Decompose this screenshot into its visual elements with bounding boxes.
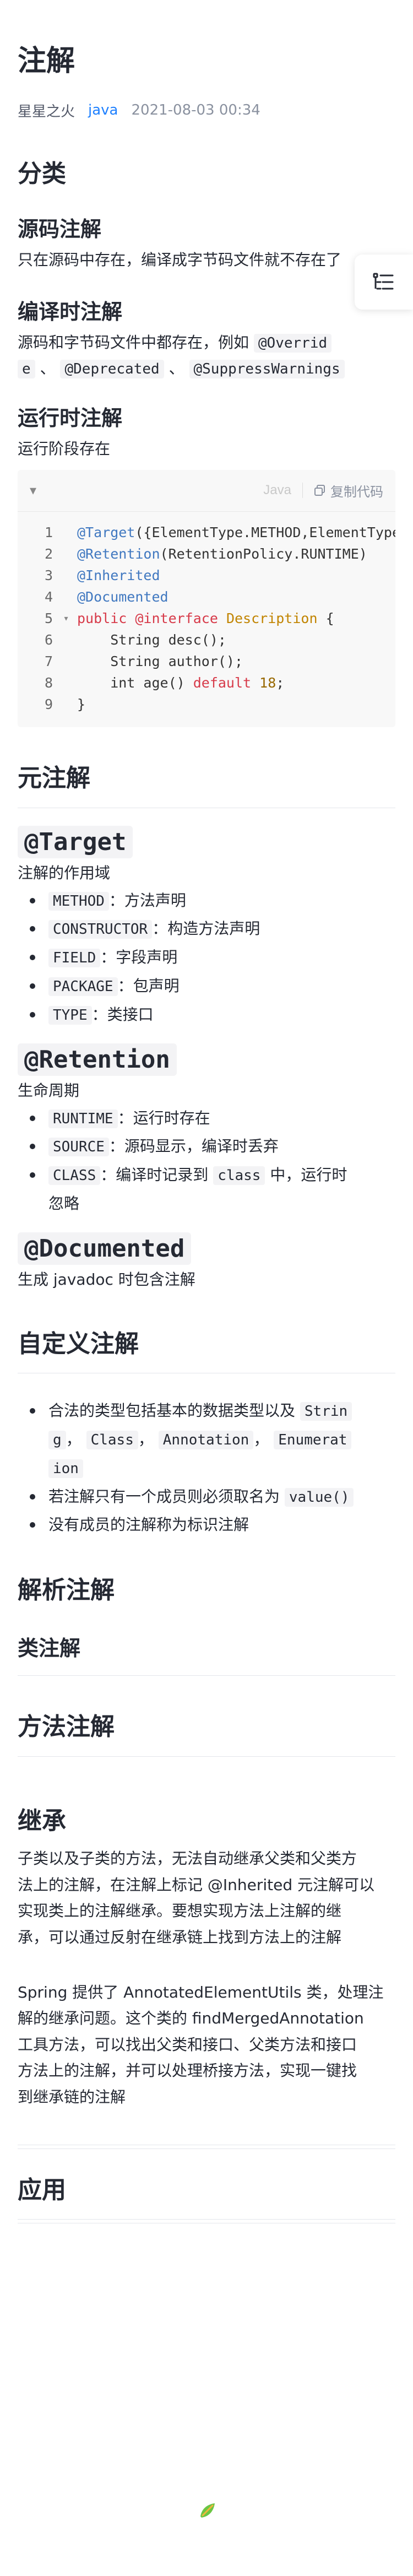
code-text: @Documented	[77, 588, 169, 605]
line-number: 1	[44, 524, 53, 540]
line-number: 5	[44, 610, 53, 626]
heading-apply: 应用	[18, 2175, 66, 2204]
heading-method-annotation: 方法注解	[18, 1713, 115, 1741]
documented-desc: 生成 javadoc 时包含注解	[18, 1270, 195, 1289]
source-text: 只在源码中存在，编译成字节码文件就不存在了	[18, 251, 342, 269]
code-text: @Retention(RetentionPolicy.RUNTIME)	[77, 545, 367, 562]
code-line: 8 int age() default 18;	[18, 672, 395, 694]
heading-parse: 解析注解	[18, 1576, 115, 1605]
inherit-paragraph-1: 子类以及子类的方法，无法自动继承父类和父类方 法上的注解，在注解上标记 @Inh…	[18, 1849, 375, 1947]
code-line: 3 @Inherited	[18, 565, 395, 586]
line-number: 7	[44, 653, 53, 669]
line-number: 3	[44, 567, 53, 583]
retention-list: RUNTIME ：运行时存在 SOURCE ：源码显示，编译时丢弃	[18, 1104, 395, 1161]
copy-icon	[314, 485, 325, 496]
code-text: }	[77, 696, 86, 712]
caret-down-icon[interactable]: ▾	[30, 483, 36, 498]
line-number: 4	[44, 588, 53, 605]
section-divider	[18, 2219, 395, 2220]
code-language: Java	[263, 483, 291, 498]
code-text: public @interface Description {	[77, 610, 334, 626]
code-block-header: ▾ Java 复制代码	[18, 470, 395, 512]
header-divider	[302, 483, 303, 499]
inherit-paragraph-2: Spring 提供了 AnnotatedElementUtils 类，处理注 解…	[18, 1983, 384, 2106]
heading-class-annotation: 类注解	[18, 1636, 81, 1660]
leaf-logo-icon	[200, 2503, 215, 2518]
heading-target: @Target	[18, 825, 395, 858]
code-lines: 1 @Target({ElementType.METHOD,ElementType…	[18, 512, 395, 727]
compile-text: 源码和字节码文件中都存在，例如 @Overrid e 、 @Deprecated…	[18, 329, 395, 382]
section-divider	[18, 1756, 395, 1757]
retention-desc: 生命周期	[18, 1081, 80, 1100]
code-override: @Overrid	[253, 333, 332, 353]
article: 注解 星星之火 java 2021-08-03 00:34 分类 源码注解 只在…	[18, 0, 395, 2224]
list-item: RUNTIME ：运行时存在	[18, 1104, 395, 1133]
heading-retention: @Retention	[18, 1043, 395, 1076]
article-title: 注解	[18, 45, 75, 78]
copy-code-button[interactable]: 复制代码	[314, 481, 383, 500]
code-block: ▾ Java 复制代码 1 @Target({ElementType.METHOD…	[18, 469, 395, 727]
code-override-tail: e	[18, 360, 35, 379]
code-line: 4 @Documented	[18, 586, 395, 608]
list-item: 合法的类型包括基本的数据类型以及 Strin g， Class， Annotat…	[18, 1397, 395, 1482]
article-meta: 星星之火 java 2021-08-03 00:34	[18, 100, 395, 121]
list-item: 没有成员的注解称为标识注解	[18, 1511, 395, 1539]
heading-runtime: 运行时注解	[18, 405, 123, 430]
list-item: FIELD ：字段声明	[18, 943, 395, 972]
section-divider	[18, 1675, 395, 1676]
code-text: @Inherited	[77, 567, 160, 583]
code-line: 6 String desc();	[18, 629, 395, 651]
article-tag[interactable]: java	[88, 102, 118, 118]
custom-list: 合法的类型包括基本的数据类型以及 Strin g， Class， Annotat…	[18, 1397, 395, 1539]
line-number: 9	[44, 696, 53, 712]
list-item: CONSTRUCTOR ：构造方法声明	[18, 914, 395, 943]
code-text: String desc();	[77, 631, 226, 648]
code-text: int age() default 18;	[77, 674, 285, 691]
heading-inherit: 继承	[18, 1806, 66, 1835]
list-item: METHOD ：方法声明	[18, 886, 395, 915]
code-text: @Target({ElementType.METHOD,ElementType.…	[77, 524, 395, 540]
code-suppresswarnings: @SuppressWarnings	[189, 360, 345, 379]
code-text: String author();	[77, 653, 243, 669]
target-list: METHOD ：方法声明 CONSTRUCTOR ：构造方法声明 FIELD ：字段声明 P…	[18, 886, 395, 1029]
list-item: TYPE ：类接口	[18, 1000, 395, 1029]
target-desc: 注解的作用域	[18, 863, 111, 882]
list-item: 若注解只有一个成员则必须取名为 value()	[18, 1482, 395, 1511]
author-name[interactable]: 星星之火	[18, 100, 75, 121]
line-number: 2	[44, 545, 53, 562]
code-line: 9}	[18, 694, 395, 715]
heading-fenlei: 分类	[18, 159, 66, 188]
heading-compile: 编译时注解	[18, 300, 123, 324]
code-line: 2 @Retention(RetentionPolicy.RUNTIME)	[18, 543, 395, 565]
list-item: PACKAGE ：包声明	[18, 972, 395, 1000]
heading-custom: 自定义注解	[18, 1329, 139, 1358]
line-number: 8	[44, 674, 53, 691]
code-deprecated: @Deprecated	[60, 360, 164, 379]
copy-code-label: 复制代码	[330, 484, 383, 500]
fold-caret-icon[interactable]: ▾	[55, 613, 77, 624]
line-number: 6	[44, 631, 53, 648]
list-item: CLASS ：编译时记录到 class 中，运行时 忽略	[18, 1161, 395, 1218]
code-line: 5 ▾ public @interface Description {	[18, 608, 395, 629]
runtime-text: 运行阶段存在	[18, 439, 111, 458]
retention-class-list: CLASS ：编译时记录到 class 中，运行时 忽略	[18, 1161, 395, 1218]
heading-source: 源码注解	[18, 217, 102, 242]
publish-date: 2021-08-03 00:34	[131, 102, 260, 119]
list-item: SOURCE ：源码显示，编译时丢弃	[18, 1132, 395, 1161]
code-line: 7 String author();	[18, 651, 395, 672]
heading-meta-annotations: 元注解	[18, 764, 90, 792]
heading-documented: @Documented	[18, 1232, 395, 1265]
code-line: 1 @Target({ElementType.METHOD,ElementType…	[18, 522, 395, 543]
